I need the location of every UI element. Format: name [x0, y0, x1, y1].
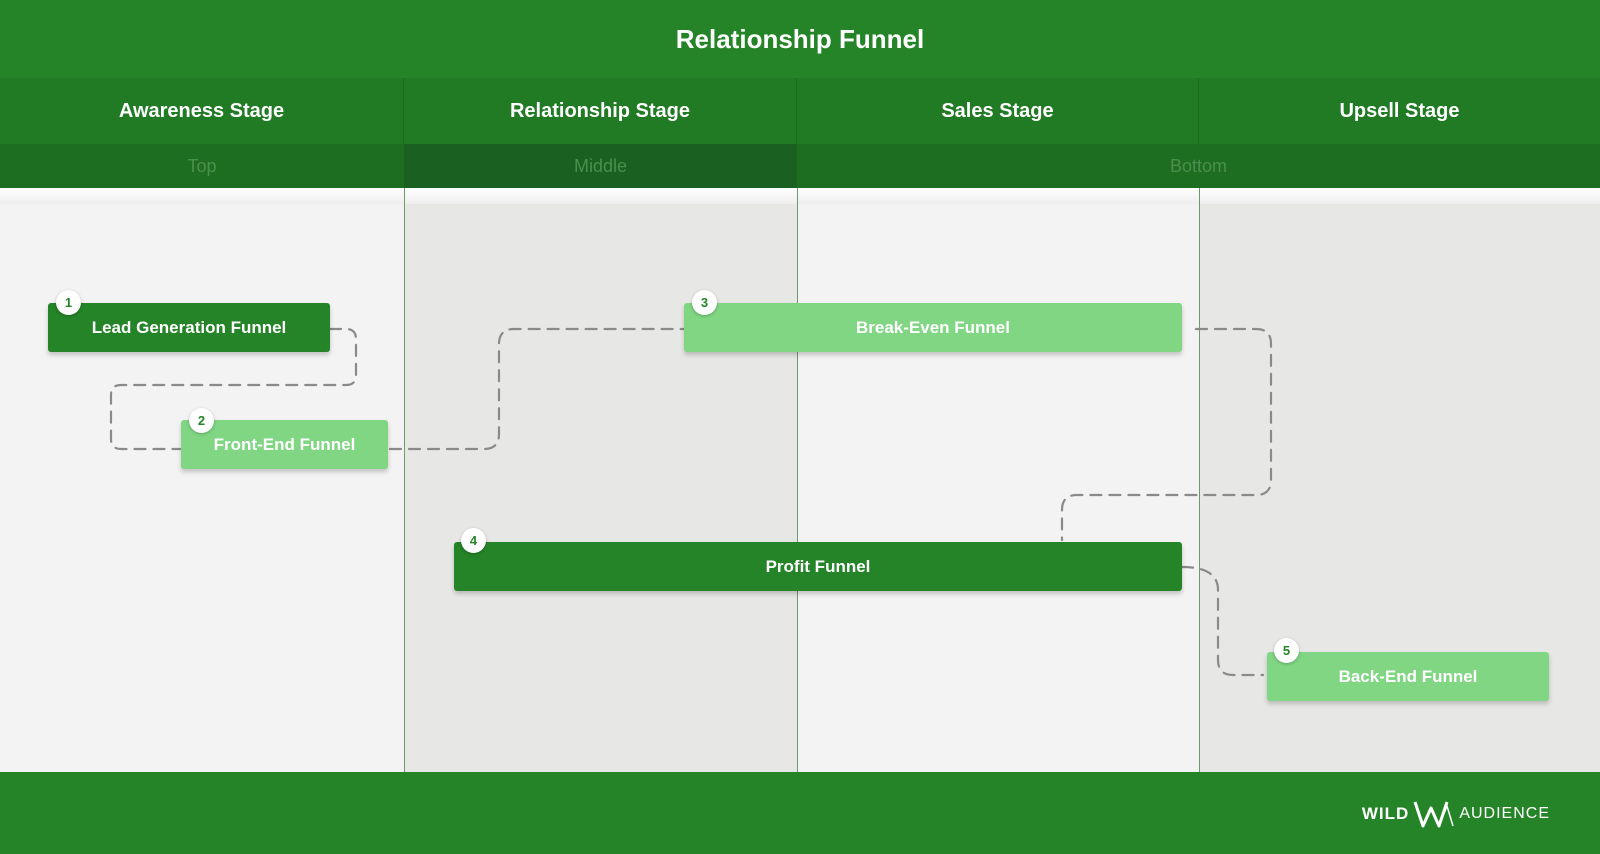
step-number-badge: 4 [461, 528, 486, 553]
step-number-badge: 1 [56, 290, 81, 315]
lead-generation-funnel-box[interactable]: Lead Generation Funnel [48, 303, 330, 352]
logo-text-audience: AUDIENCE [1459, 805, 1550, 822]
step-number-badge: 5 [1274, 638, 1299, 663]
column-divider [404, 188, 405, 772]
stage-relationship: Relationship Stage [404, 78, 797, 144]
footer-bar [0, 772, 1600, 854]
header-shadow [0, 188, 1600, 204]
stage-upsell: Upsell Stage [1339, 99, 1460, 122]
funnel-level-row: Top Middle Bottom [0, 144, 1600, 188]
stage-header-row: Awareness Stage Relationship Stage Sales… [0, 78, 1600, 144]
funnel-label: Lead Generation Funnel [91, 317, 287, 337]
funnel-label: Back-End Funnel [1338, 666, 1478, 686]
logo-text-wild: WILD [1361, 804, 1410, 823]
wild-audience-logo: WILD AUDIENCE [1362, 800, 1550, 828]
column-relationship [404, 204, 797, 772]
level-top: Top [187, 155, 217, 176]
diagram-title: Relationship Funnel [0, 0, 1600, 78]
stage-sales: Sales Stage [797, 78, 1199, 144]
front-end-funnel-box[interactable]: Front-End Funnel [181, 420, 388, 469]
level-bottom: Bottom [1169, 155, 1228, 176]
funnel-label: Break-Even Funnel [856, 317, 1010, 337]
back-end-funnel-box[interactable]: Back-End Funnel [1267, 652, 1549, 701]
column-divider [797, 188, 798, 772]
logo-wa-mark-icon [1413, 801, 1455, 828]
column-sales [797, 204, 1199, 772]
funnel-label: Profit Funnel [765, 556, 871, 576]
step-number-badge: 2 [189, 408, 214, 433]
break-even-funnel-box[interactable]: Break-Even Funnel [684, 303, 1182, 352]
step-number-badge: 3 [692, 290, 717, 315]
column-divider [1199, 188, 1200, 772]
funnel-label: Front-End Funnel [213, 434, 356, 454]
column-awareness [0, 204, 404, 772]
profit-funnel-box[interactable]: Profit Funnel [454, 542, 1182, 591]
level-middle: Middle [404, 144, 797, 188]
stage-awareness: Awareness Stage [0, 78, 404, 144]
